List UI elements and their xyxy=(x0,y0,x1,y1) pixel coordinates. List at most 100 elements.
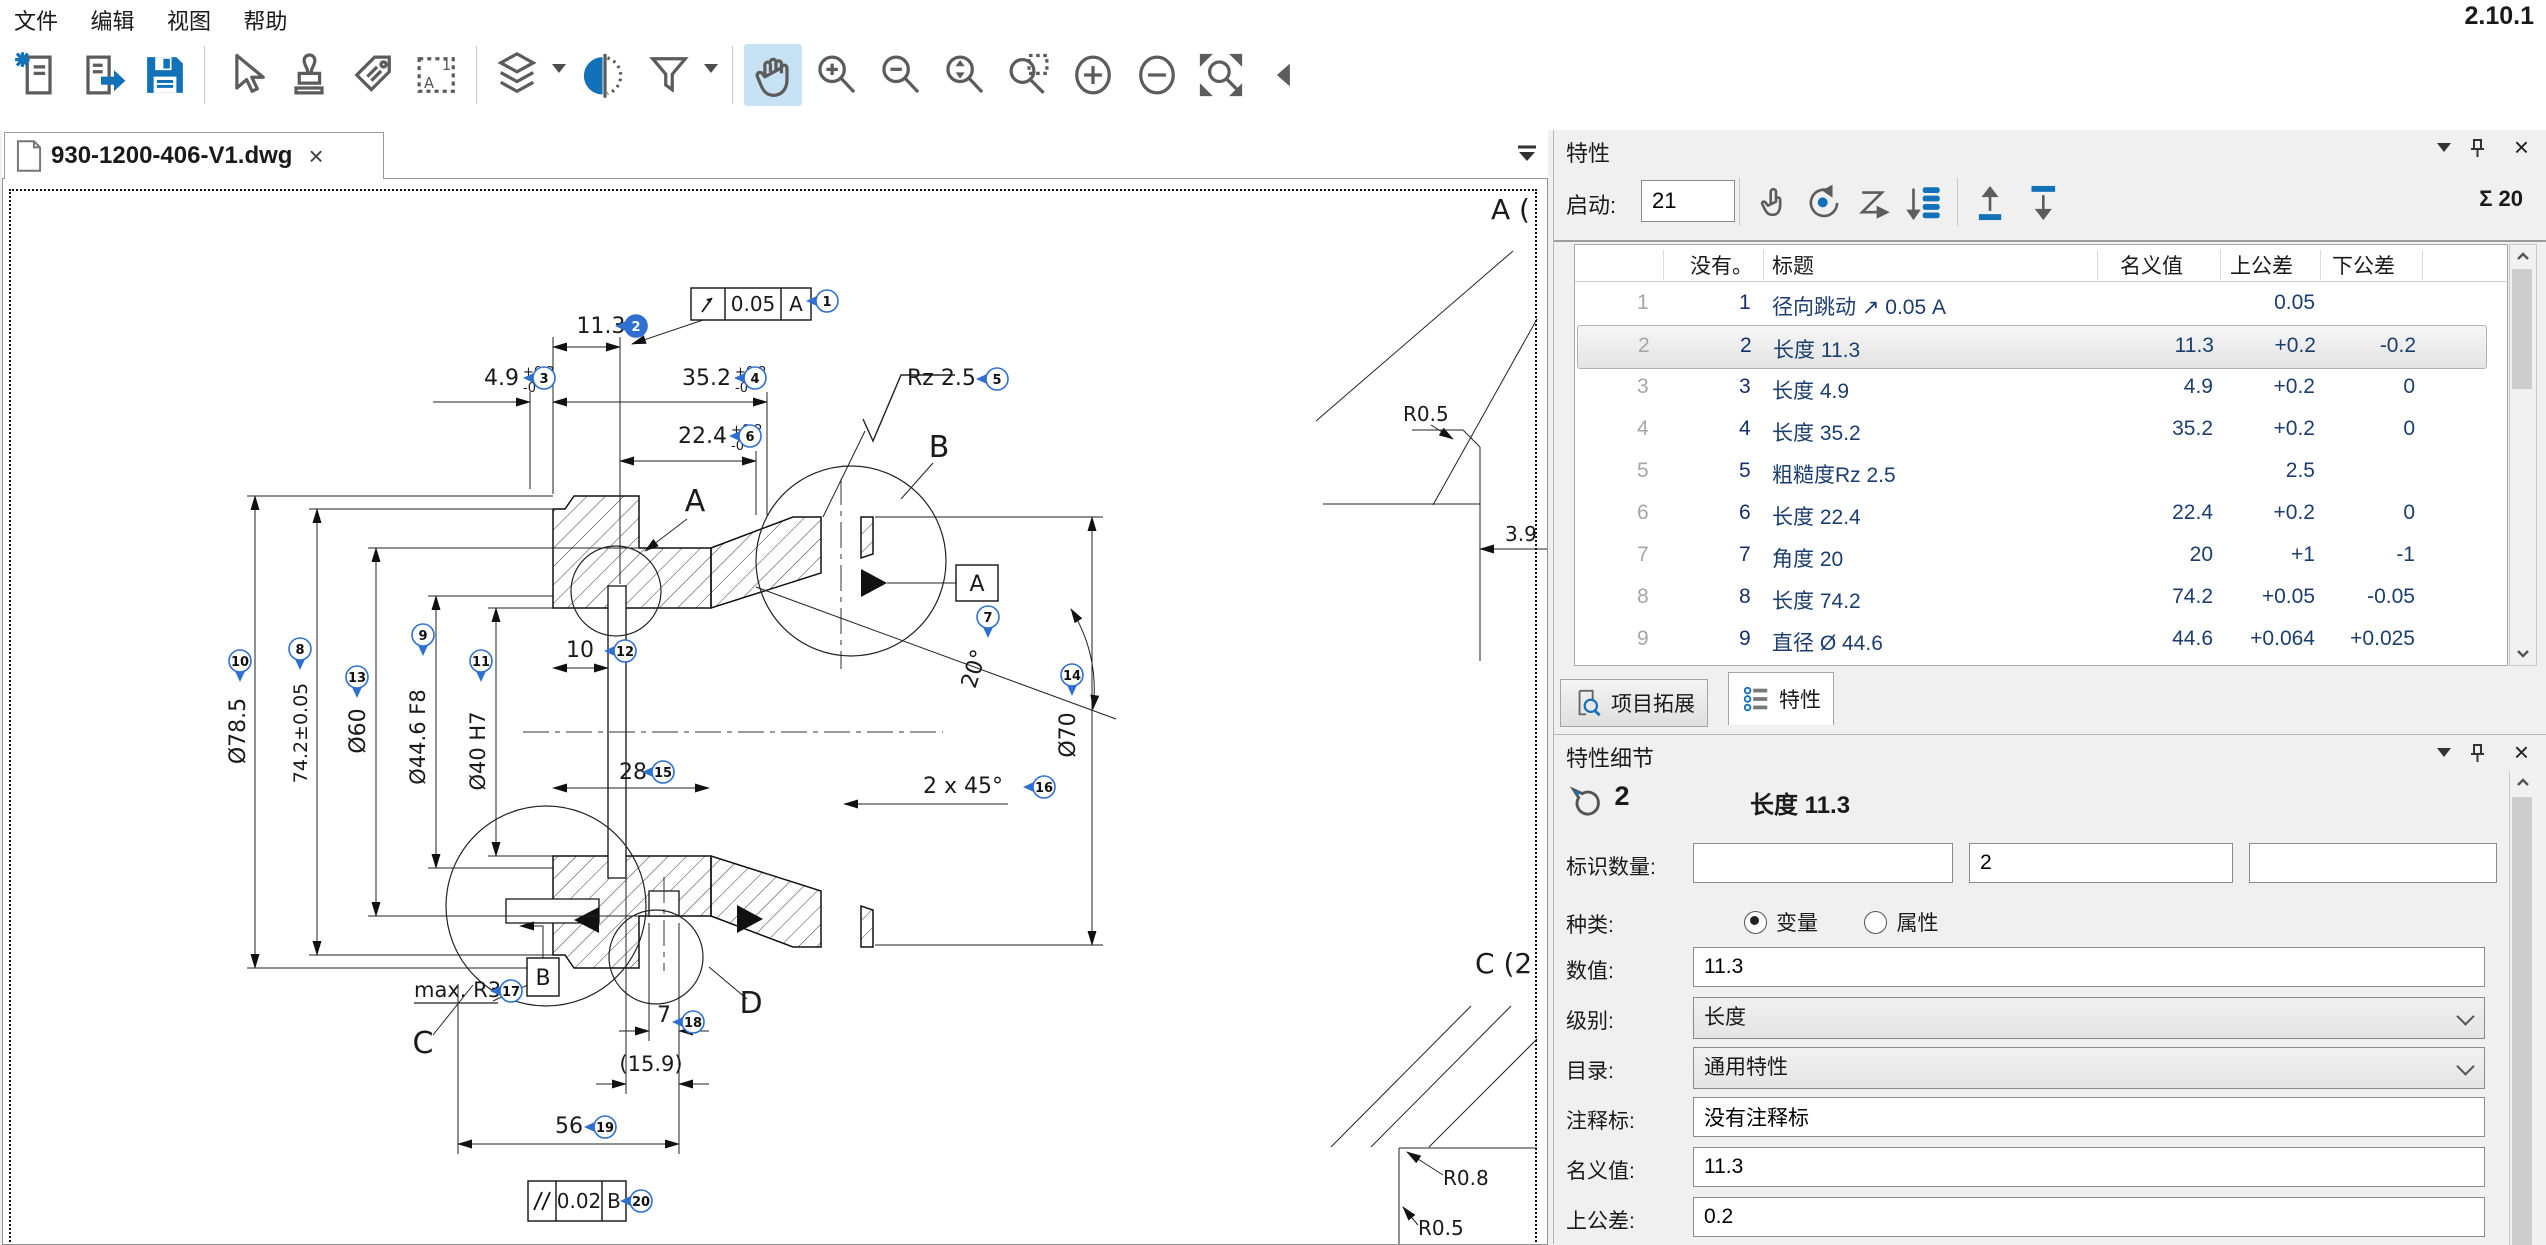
pin-icon[interactable] xyxy=(2465,742,2489,766)
move-up-button[interactable] xyxy=(1971,182,2013,224)
mirror-button[interactable] xyxy=(576,44,634,106)
open-file-button[interactable] xyxy=(72,44,130,106)
col-upper[interactable]: 上公差 xyxy=(2230,250,2293,280)
panel-dropdown-icon[interactable] xyxy=(2437,142,2451,165)
field-label: 种类: xyxy=(1566,909,1614,939)
tab-label: 特性 xyxy=(1779,684,1821,714)
move-down-button[interactable] xyxy=(2021,182,2063,224)
zoom-in-button[interactable] xyxy=(808,44,866,106)
kind-radio-variable[interactable]: 变量 xyxy=(1744,907,1818,937)
field-label: 注释标: xyxy=(1566,1105,1635,1135)
close-icon[interactable]: × xyxy=(2514,737,2529,768)
tab-project-expand[interactable]: 项目拓展 xyxy=(1560,679,1708,727)
svg-text:A: A xyxy=(424,75,434,92)
value-input[interactable] xyxy=(1693,947,2485,987)
document-tab[interactable]: 930-1200-406-V1.dwg × xyxy=(4,132,384,179)
panel-dropdown-icon[interactable] xyxy=(2437,747,2451,770)
tab-properties[interactable]: 特性 xyxy=(1728,672,1834,725)
right-panel-column: 特性 × 启动: Σ 20 没有。 标题 名义值 上公差 下公差 11径向跳动 … xyxy=(1553,130,2546,1244)
zoom-fit-button[interactable] xyxy=(1192,44,1250,106)
decrease-button[interactable] xyxy=(1128,44,1186,106)
level-select[interactable]: 长度 xyxy=(1693,997,2485,1039)
tab-list-icon[interactable] xyxy=(1514,140,1540,166)
menu-file[interactable]: 文件 xyxy=(0,0,72,36)
id-count-input-2[interactable] xyxy=(1969,843,2233,883)
row-lower: 0 xyxy=(2319,417,2415,441)
kind-radio-attribute[interactable]: 属性 xyxy=(1864,907,1938,937)
table-row-1[interactable]: 11径向跳动 ↗ 0.05 A0.05 xyxy=(1577,283,2485,325)
drawing-canvas[interactable]: 11.34.9+0.2-035.2+0.2-022.4+0.2-0Rz 2.52… xyxy=(2,179,1548,1245)
list-order-button[interactable] xyxy=(1903,182,1945,224)
close-icon[interactable]: × xyxy=(2514,132,2529,163)
details-scrollbar[interactable] xyxy=(2509,771,2536,1245)
row-title: 角度 20 xyxy=(1772,543,1843,573)
nominal-input[interactable] xyxy=(1693,1147,2485,1187)
touch-button[interactable] xyxy=(1753,182,1795,224)
field-label: 名义值: xyxy=(1566,1155,1635,1185)
file-icon xyxy=(15,140,43,172)
tag-button[interactable] xyxy=(344,44,402,106)
touch-icon xyxy=(1753,182,1795,224)
table-row-2[interactable]: 22长度 11.311.3+0.2-0.2 xyxy=(1577,325,2487,369)
toolbar-separator xyxy=(1957,178,1958,226)
layers-button[interactable] xyxy=(488,44,546,106)
row-lower: 0 xyxy=(2319,375,2415,399)
row-no: 5 xyxy=(1739,459,1751,483)
col-nominal[interactable]: 名义值 xyxy=(2120,250,2183,280)
note-input[interactable] xyxy=(1693,1097,2485,1137)
collapse-arrow-button[interactable] xyxy=(1256,44,1314,106)
move-down-icon xyxy=(2021,182,2063,224)
zoom-window-button[interactable] xyxy=(1000,44,1058,106)
row-index: 2 xyxy=(1638,334,1650,358)
col-lower[interactable]: 下公差 xyxy=(2332,250,2395,280)
filter-button[interactable] xyxy=(640,44,698,106)
table-row-9[interactable]: 99直径 Ø 44.644.6+0.064+0.025 xyxy=(1577,619,2485,661)
zigzag-order-button[interactable] xyxy=(1853,182,1895,224)
zoom-dynamic-button[interactable] xyxy=(936,44,994,106)
row-upper: +0.2 xyxy=(2219,501,2315,525)
menu-edit[interactable]: 编辑 xyxy=(76,0,148,36)
move-up-icon xyxy=(1971,182,2013,224)
menu-help[interactable]: 帮助 xyxy=(229,0,301,36)
region-select-button[interactable]: A1 xyxy=(408,44,466,106)
toolbar-separator xyxy=(204,46,205,104)
start-input[interactable] xyxy=(1641,180,1735,222)
field-value: 数值: xyxy=(1554,947,2546,989)
row-index: 8 xyxy=(1637,585,1649,609)
increase-button[interactable] xyxy=(1064,44,1122,106)
table-row-5[interactable]: 55粗糙度Rz 2.52.5 xyxy=(1577,451,2485,493)
zoom-out-button[interactable] xyxy=(872,44,930,106)
col-title[interactable]: 标题 xyxy=(1772,250,1814,280)
dropdown-arrow-icon[interactable] xyxy=(552,64,566,80)
upper-input[interactable] xyxy=(1693,1197,2485,1237)
save-button[interactable] xyxy=(136,44,194,106)
document-tab-close-icon[interactable]: × xyxy=(308,141,323,172)
id-count-input-1[interactable] xyxy=(1693,843,1953,883)
menu-view[interactable]: 视图 xyxy=(153,0,225,36)
pan-hand-button[interactable] xyxy=(744,44,802,106)
row-lower: -1 xyxy=(2319,543,2415,567)
details-panel-title: 特性细节 xyxy=(1566,741,1654,773)
table-row-3[interactable]: 33长度 4.94.9+0.20 xyxy=(1577,367,2485,409)
row-no: 4 xyxy=(1739,417,1751,441)
row-upper: 2.5 xyxy=(2219,459,2315,483)
table-row-8[interactable]: 88长度 74.274.2+0.05-0.05 xyxy=(1577,577,2485,619)
row-title: 长度 35.2 xyxy=(1772,417,1861,447)
select-cursor-button[interactable] xyxy=(216,44,274,106)
table-scrollbar[interactable] xyxy=(2509,244,2537,666)
rotate-ccw-button[interactable] xyxy=(1803,182,1845,224)
pin-icon[interactable] xyxy=(2465,137,2489,161)
col-no[interactable]: 没有。 xyxy=(1690,250,1753,280)
new-file-button[interactable] xyxy=(8,44,66,106)
new-file-icon xyxy=(11,49,63,101)
row-lower: +0.025 xyxy=(2319,627,2415,651)
id-count-input-3[interactable] xyxy=(2249,843,2497,883)
dropdown-arrow-icon[interactable] xyxy=(704,64,718,80)
table-row-6[interactable]: 66长度 22.422.4+0.20 xyxy=(1577,493,2485,535)
row-nominal: 74.2 xyxy=(2117,585,2213,609)
filter-icon xyxy=(643,49,695,101)
table-row-7[interactable]: 77角度 2020+1-1 xyxy=(1577,535,2485,577)
table-row-4[interactable]: 44长度 35.235.2+0.20 xyxy=(1577,409,2485,451)
stamp-button[interactable] xyxy=(280,44,338,106)
catalog-select[interactable]: 通用特性 xyxy=(1693,1047,2485,1089)
